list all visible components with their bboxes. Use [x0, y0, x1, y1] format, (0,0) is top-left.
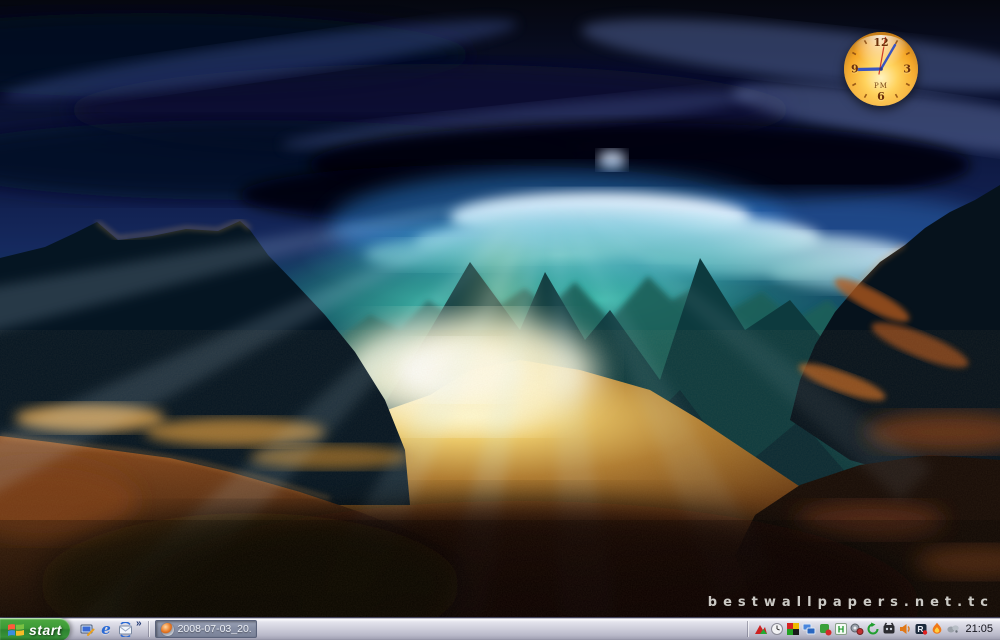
clock-numeral-6: 6 [877, 90, 885, 103]
clock-tray-icon[interactable] [769, 622, 784, 637]
disk-health-glyph: H [838, 625, 845, 635]
color-profile-icon[interactable] [785, 622, 800, 637]
capture-icon[interactable] [881, 622, 896, 637]
hour-hand [858, 69, 881, 70]
quick-launch-overflow-chevron[interactable]: » [136, 619, 142, 629]
quick-launch-bar: e » [70, 618, 146, 640]
update-icon[interactable] [865, 622, 880, 637]
clock-numeral-9: 9 [851, 63, 859, 76]
tray-clock[interactable]: 21:05 [965, 623, 993, 635]
task-button-image-viewer[interactable]: 2008-07-03_20... [155, 620, 257, 638]
disk-health-icon[interactable]: H [833, 622, 848, 637]
windows-flag-icon [7, 623, 25, 637]
clock-meridiem-label: PM [874, 82, 888, 90]
download-manager-icon[interactable] [929, 622, 944, 637]
start-button-label: start [29, 622, 62, 638]
analog-clock-widget[interactable]: 12 3 6 9 PM [844, 32, 918, 106]
outlook-express-icon[interactable] [117, 621, 133, 637]
taskbar-empty-area [257, 618, 748, 640]
taskbar: start e » [0, 617, 1000, 640]
volume-icon[interactable] [897, 622, 912, 637]
ie-glyph: e [101, 622, 111, 636]
gears-icon[interactable] [849, 622, 864, 637]
desktop-screen: bestwallpapers.net.tc 12 3 [0, 0, 1000, 640]
internet-explorer-icon[interactable]: e [98, 621, 114, 637]
task-button-label: 2008-07-03_20... [178, 623, 251, 635]
clock-numeral-3: 3 [903, 63, 911, 76]
system-green-icon[interactable] [817, 622, 832, 637]
media-player-icon[interactable]: R [913, 622, 928, 637]
show-desktop-icon[interactable] [79, 621, 95, 637]
terrain-grain [0, 330, 1000, 617]
system-tray: H [747, 618, 1000, 640]
graphics-tool-icon[interactable] [753, 622, 768, 637]
taskbar-separator [148, 621, 149, 637]
clock-numeral-12: 12 [873, 36, 888, 49]
network-icon[interactable] [801, 622, 816, 637]
image-viewer-icon [161, 623, 174, 636]
media-player-glyph: R [917, 624, 923, 634]
messenger-icon[interactable] [945, 622, 960, 637]
start-button[interactable]: start [0, 618, 70, 640]
wallpaper-watermark: bestwallpapers.net.tc [708, 595, 994, 610]
